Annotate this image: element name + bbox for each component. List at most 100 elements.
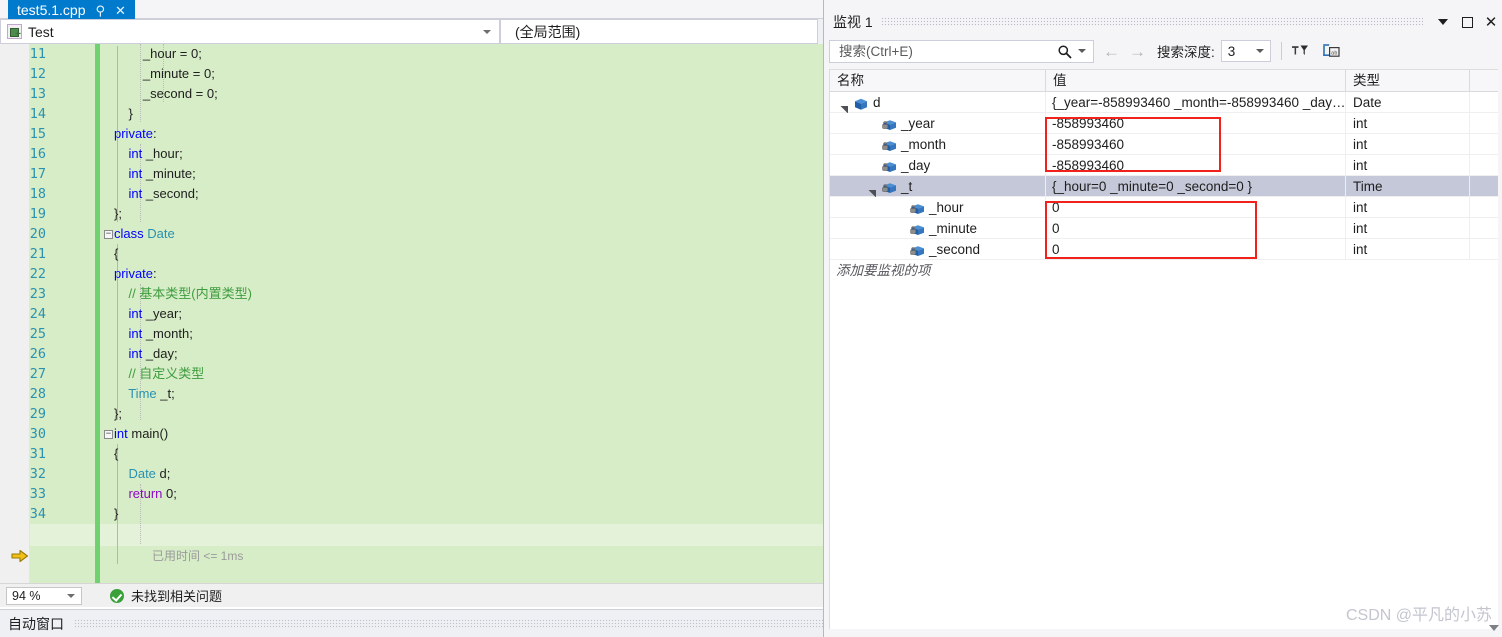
member-scope-dropdown[interactable]: (全局范围) bbox=[500, 19, 818, 44]
scroll-down-arrow-icon[interactable] bbox=[1489, 625, 1499, 631]
search-depth-value: 3 bbox=[1227, 43, 1236, 59]
line-number: 28 bbox=[29, 386, 46, 402]
issue-status[interactable]: 未找到相关问题 bbox=[110, 586, 222, 605]
pin-filter-icon[interactable] bbox=[1287, 40, 1313, 62]
watch-row-value[interactable]: -858993460 bbox=[1046, 113, 1346, 134]
watch-row-value[interactable]: {_year=-858993460 _month=-858993460 _day… bbox=[1046, 92, 1346, 113]
line-number: 14 bbox=[29, 106, 46, 122]
code-line[interactable]: } bbox=[114, 504, 118, 524]
code-line[interactable]: class Date bbox=[114, 224, 175, 244]
code-line[interactable]: private: bbox=[114, 264, 157, 284]
watch-row[interactable]: _second 0 int bbox=[830, 239, 1498, 260]
watch-row[interactable]: _month -858993460 int bbox=[830, 134, 1498, 155]
watch-row[interactable]: _t {_hour=0 _minute=0 _second=0 } Time bbox=[830, 176, 1498, 197]
drag-handle-dots[interactable] bbox=[74, 618, 858, 629]
code-line[interactable]: int _second; bbox=[114, 184, 198, 204]
private-field-icon bbox=[882, 138, 896, 151]
code-line[interactable]: // 自定义类型 bbox=[114, 364, 204, 384]
watch-row-name-cell[interactable]: _hour bbox=[830, 197, 1046, 218]
private-field-icon bbox=[882, 159, 896, 172]
expander-icon[interactable] bbox=[840, 99, 848, 113]
watch-search-box[interactable] bbox=[829, 39, 1094, 63]
code-line[interactable]: private: bbox=[114, 124, 157, 144]
code-background-current-line bbox=[0, 524, 823, 546]
code-line[interactable]: int main() bbox=[114, 424, 168, 444]
code-line[interactable]: Time _t; bbox=[114, 384, 175, 404]
watch-row-name: _month bbox=[901, 137, 947, 152]
watch-row-name-cell[interactable]: _t bbox=[830, 176, 1046, 197]
watch-row-value[interactable]: 0 bbox=[1046, 197, 1346, 218]
watch-variables-grid[interactable]: 名称 值 类型 d {_year=-858993460 _month=-85899… bbox=[829, 69, 1498, 629]
code-line[interactable]: int _month; bbox=[114, 324, 192, 344]
drag-handle-dots[interactable] bbox=[880, 17, 1423, 27]
navigation-bar: Test (全局范围) bbox=[0, 19, 823, 44]
chevron-down-icon[interactable] bbox=[1078, 49, 1086, 53]
watch-row[interactable]: d {_year=-858993460 _month=-858993460 _da… bbox=[830, 92, 1498, 113]
line-number: 19 bbox=[29, 206, 46, 222]
code-line[interactable]: return 0; bbox=[114, 484, 176, 504]
code-line[interactable]: }; bbox=[114, 204, 122, 224]
watch-row-type: int bbox=[1346, 113, 1470, 134]
chevron-down-icon[interactable] bbox=[1431, 11, 1455, 33]
watch-row-value[interactable]: 0 bbox=[1046, 218, 1346, 239]
watch-row-value[interactable]: {_hour=0 _minute=0 _second=0 } bbox=[1046, 176, 1346, 197]
code-line[interactable]: Date d; bbox=[114, 464, 170, 484]
watch-row-name-cell[interactable]: _second bbox=[830, 239, 1046, 260]
autos-window-titlebar[interactable]: 自动窗口 bbox=[0, 609, 868, 637]
watch-row[interactable]: _day -858993460 int bbox=[830, 155, 1498, 176]
code-line[interactable]: int _day; bbox=[114, 344, 177, 364]
maximize-icon[interactable] bbox=[1455, 11, 1479, 33]
watch-row-value[interactable]: -858993460 bbox=[1046, 155, 1346, 176]
watch-toolbar: ← → 搜索深度: 3 ab bbox=[824, 37, 1502, 65]
watch-row-name-cell[interactable]: d bbox=[830, 92, 1046, 113]
line-number: 25 bbox=[29, 326, 46, 342]
hex-display-icon[interactable]: ab bbox=[1318, 40, 1344, 62]
code-line[interactable]: int _year; bbox=[114, 304, 182, 324]
search-icon[interactable] bbox=[1057, 44, 1073, 60]
search-depth-dropdown[interactable]: 3 bbox=[1220, 40, 1271, 62]
watch-row[interactable]: _year -858993460 int bbox=[830, 113, 1498, 134]
line-number: 24 bbox=[29, 306, 46, 322]
watch-row[interactable]: _hour 0 int bbox=[830, 197, 1498, 218]
code-line[interactable]: _minute = 0; bbox=[114, 64, 215, 84]
code-line[interactable]: { bbox=[114, 444, 118, 464]
watch-row-name-cell[interactable]: _month bbox=[830, 134, 1046, 155]
search-input[interactable] bbox=[837, 42, 1055, 60]
line-number: 29 bbox=[29, 406, 46, 422]
code-line[interactable]: int _minute; bbox=[114, 164, 195, 184]
watch-row-name-cell[interactable]: _day bbox=[830, 155, 1046, 176]
code-line[interactable]: _second = 0; bbox=[114, 84, 218, 104]
code-surface[interactable]: − − 11 _hour = 0; 12 _minute = 0; 13 _seco… bbox=[0, 44, 823, 583]
add-watch-row[interactable]: 添加要监视的项 bbox=[830, 260, 1498, 281]
fold-toggle-icon[interactable]: − bbox=[104, 230, 113, 239]
column-header-value[interactable]: 值 bbox=[1046, 70, 1346, 92]
pin-icon[interactable]: ⚲ bbox=[96, 4, 106, 17]
watch-row[interactable]: _minute 0 int bbox=[830, 218, 1498, 239]
zoom-level-dropdown[interactable]: 94 % bbox=[6, 586, 82, 605]
class-scope-dropdown[interactable]: Test bbox=[0, 19, 500, 44]
fold-toggle-icon[interactable]: − bbox=[104, 430, 113, 439]
line-number: 22 bbox=[29, 266, 46, 282]
code-line[interactable]: }; bbox=[114, 404, 122, 424]
code-line[interactable]: // 基本类型(内置类型) bbox=[114, 284, 252, 304]
code-line[interactable]: } bbox=[114, 104, 132, 124]
watch-row-name-cell[interactable]: _year bbox=[830, 113, 1046, 134]
column-header-name[interactable]: 名称 bbox=[830, 70, 1046, 92]
close-icon[interactable]: ✕ bbox=[1479, 11, 1502, 33]
code-line[interactable]: _hour = 0; bbox=[114, 44, 202, 64]
add-watch-placeholder: 添加要监视的项 bbox=[836, 263, 931, 278]
line-number: 31 bbox=[29, 446, 46, 462]
watch-window-titlebar[interactable]: 监视 1 ✕ bbox=[824, 9, 1502, 35]
watch-row-value[interactable]: -858993460 bbox=[1046, 134, 1346, 155]
change-tracking-bar bbox=[95, 524, 100, 583]
expander-icon[interactable] bbox=[868, 183, 876, 197]
arrow-right-icon[interactable]: → bbox=[1129, 43, 1146, 60]
document-tab-test5-1-cpp[interactable]: test5.1.cpp ⚲ ✕ bbox=[8, 0, 135, 19]
watch-row-value[interactable]: 0 bbox=[1046, 239, 1346, 260]
watch-row-name-cell[interactable]: _minute bbox=[830, 218, 1046, 239]
column-header-type[interactable]: 类型 bbox=[1346, 70, 1470, 92]
code-line[interactable]: int _hour; bbox=[114, 144, 182, 164]
arrow-left-icon[interactable]: ← bbox=[1103, 43, 1120, 60]
close-icon[interactable]: ✕ bbox=[115, 4, 126, 17]
code-line[interactable]: { bbox=[114, 244, 118, 264]
